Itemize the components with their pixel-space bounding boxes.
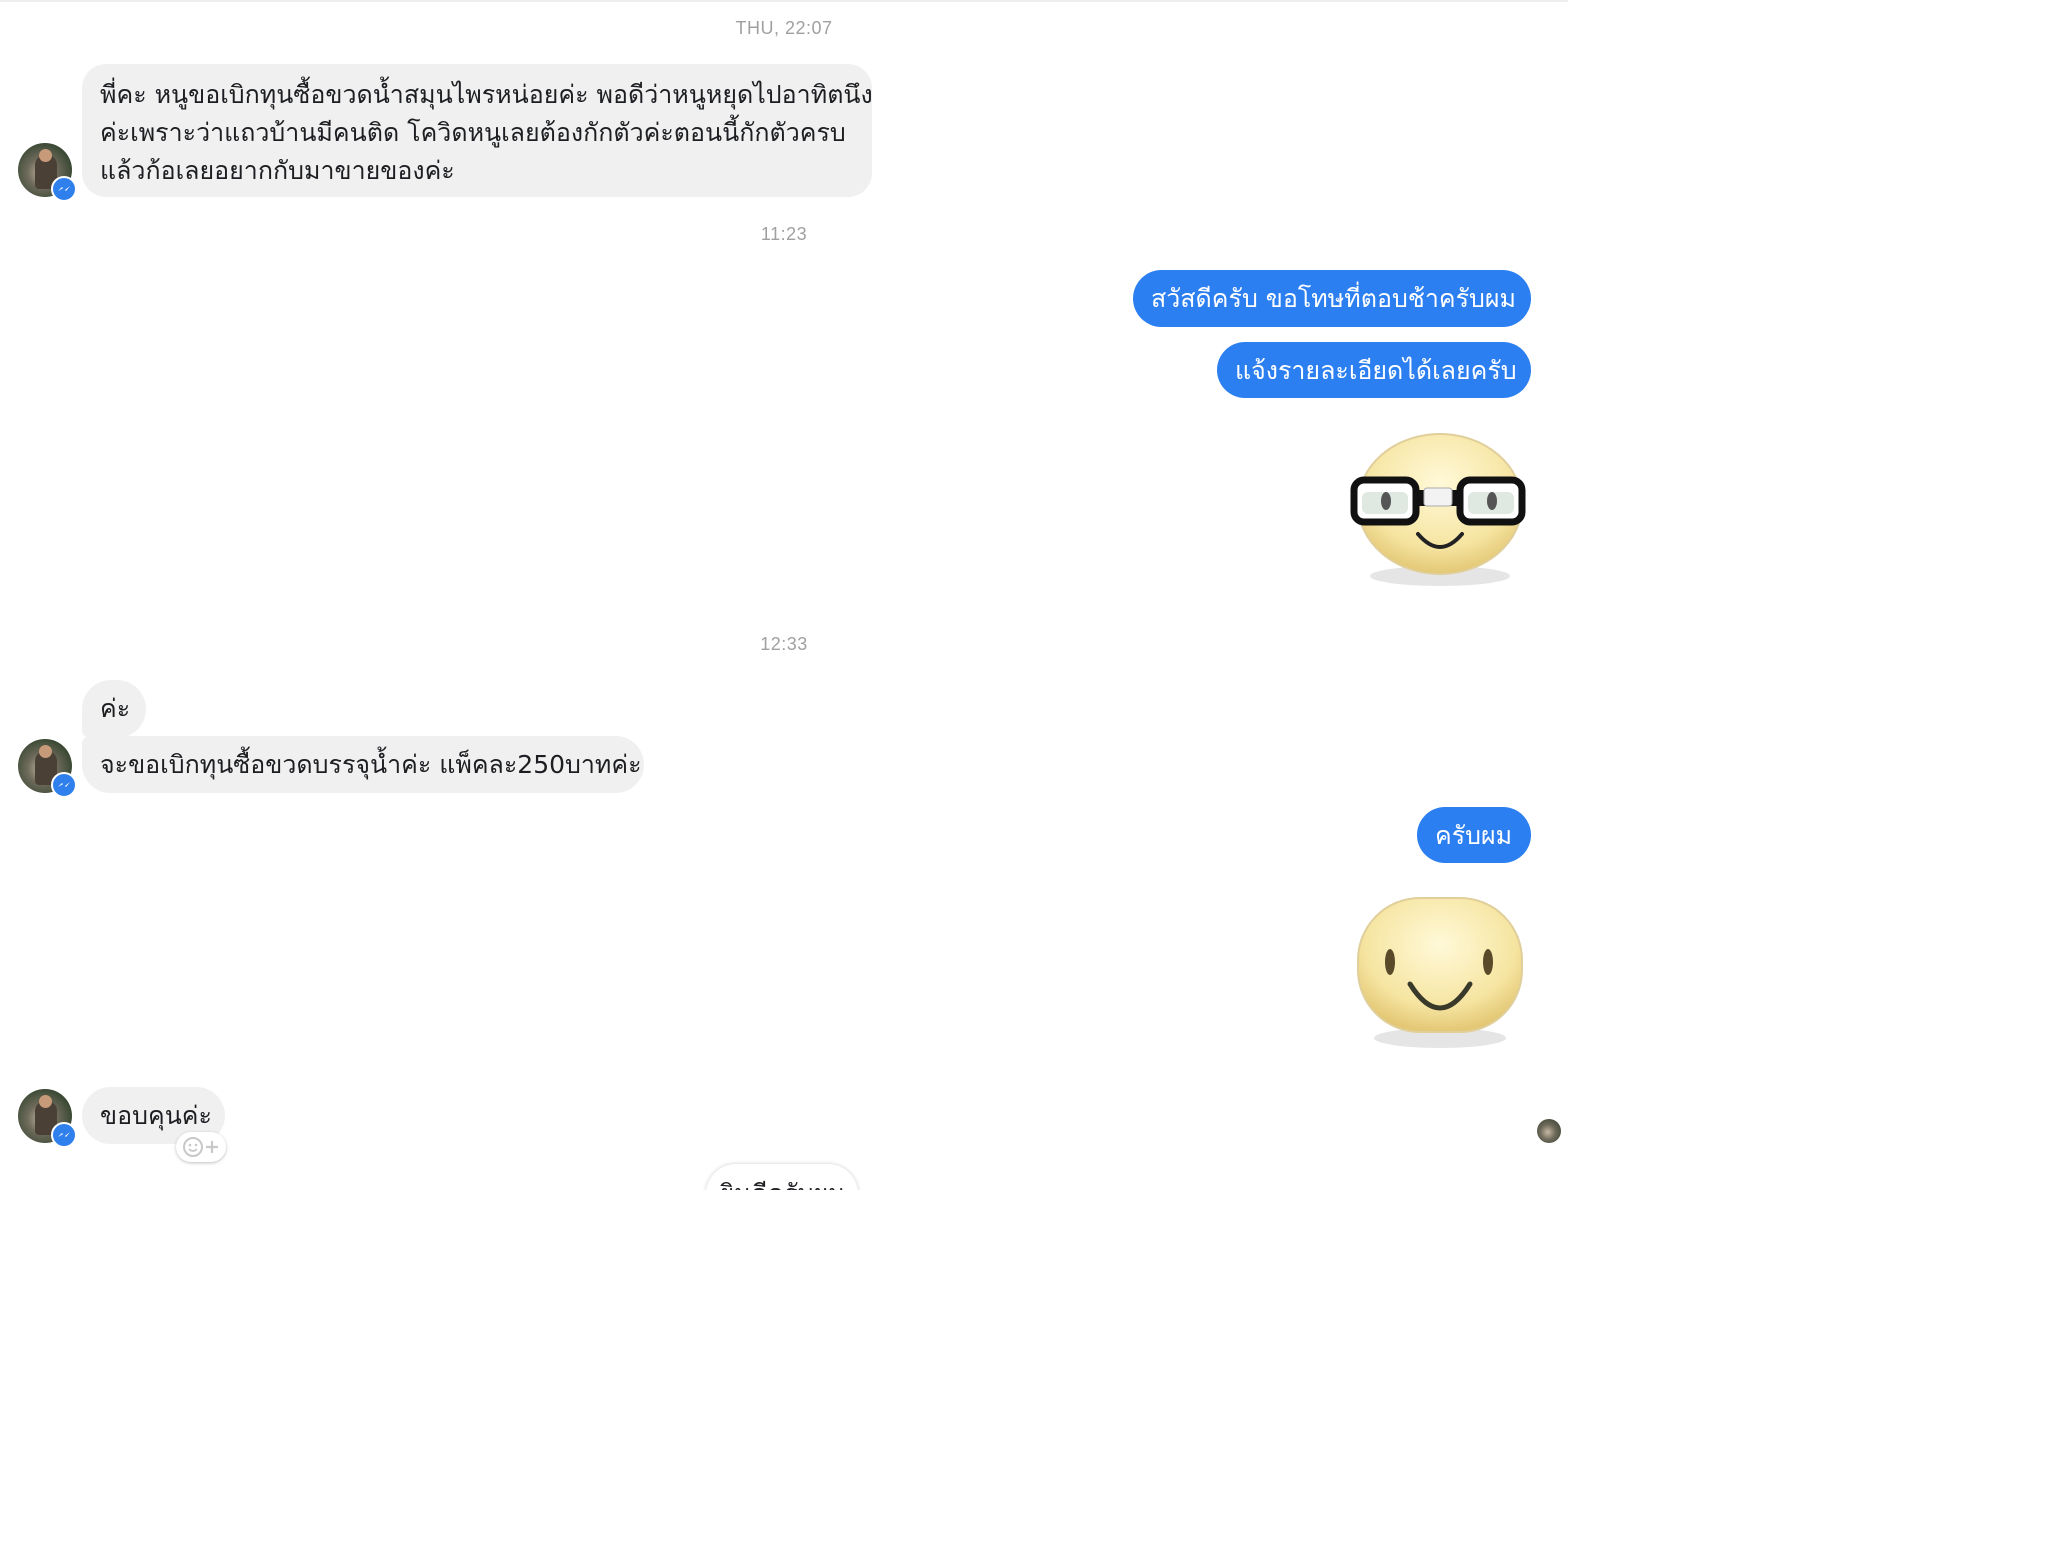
outgoing-message-bubble[interactable]: ครับผม [1417,807,1531,863]
message-text: ครับผม [1435,821,1513,850]
message-text-line: พี่คะ หนูขอเบิกทุนซื้อขวดน้ำสมุนไพรหน่อย… [100,80,873,109]
message-text: แจ้งรายละเอียดได้เลยครับ [1235,356,1517,385]
message-text: จะขอเบิกทุนซื้อขวดบรรจุน้ำค่ะ แพ็คละ250บ… [100,750,642,779]
message-text: สวัสดีครับ ขอโทษที่ตอบช้าครับผม [1151,284,1517,313]
messenger-badge-icon [51,772,77,798]
incoming-message-bubble[interactable]: จะขอเบิกทุนซื้อขวดบรรจุน้ำค่ะ แพ็คละ250บ… [82,736,644,793]
message-text-line: แล้วก้อเลยอยากกับมาขายของค่ะ [100,156,455,185]
message-text: ขอบคุนค่ะ [100,1101,212,1130]
timestamp-divider: 11:23 [760,224,808,244]
messenger-badge-icon [51,1122,77,1148]
incoming-message-bubble[interactable]: ค่ะ [82,680,146,738]
messenger-badge-icon [51,176,77,202]
message-text-line: ค่ะเพราะว่าแถวบ้านมีคนติด โควิดหนูเลยต้อ… [100,118,846,147]
partial-message-bubble[interactable]: ยินดีครับผม [706,1164,858,1190]
timestamp-divider: THU, 22:07 [735,18,833,38]
seen-by-avatar [1537,1119,1561,1143]
smiling-face-sticker[interactable] [1352,892,1528,1052]
top-divider [0,0,1568,2]
message-text: ค่ะ [100,694,131,723]
incoming-message-bubble[interactable]: พี่คะ หนูขอเบิกทุนซื้อขวดน้ำสมุนไพรหน่อย… [82,64,873,197]
timestamp-divider: 12:33 [760,634,808,654]
outgoing-message-bubble[interactable]: สวัสดีครับ ขอโทษที่ตอบช้าครับผม [1133,270,1531,327]
chat-thread: THU, 22:07 พี่คะ หนูขอเบิกทุนซื้อขวดน้ำส… [0,0,1568,1190]
add-reaction-button[interactable] [176,1132,226,1162]
message-text: ยินดีครับผม [719,1179,844,1190]
add-reaction-icon [183,1137,218,1157]
outgoing-message-bubble[interactable]: แจ้งรายละเอียดได้เลยครับ [1217,342,1531,398]
nerd-glasses-face-sticker[interactable] [1348,428,1532,594]
